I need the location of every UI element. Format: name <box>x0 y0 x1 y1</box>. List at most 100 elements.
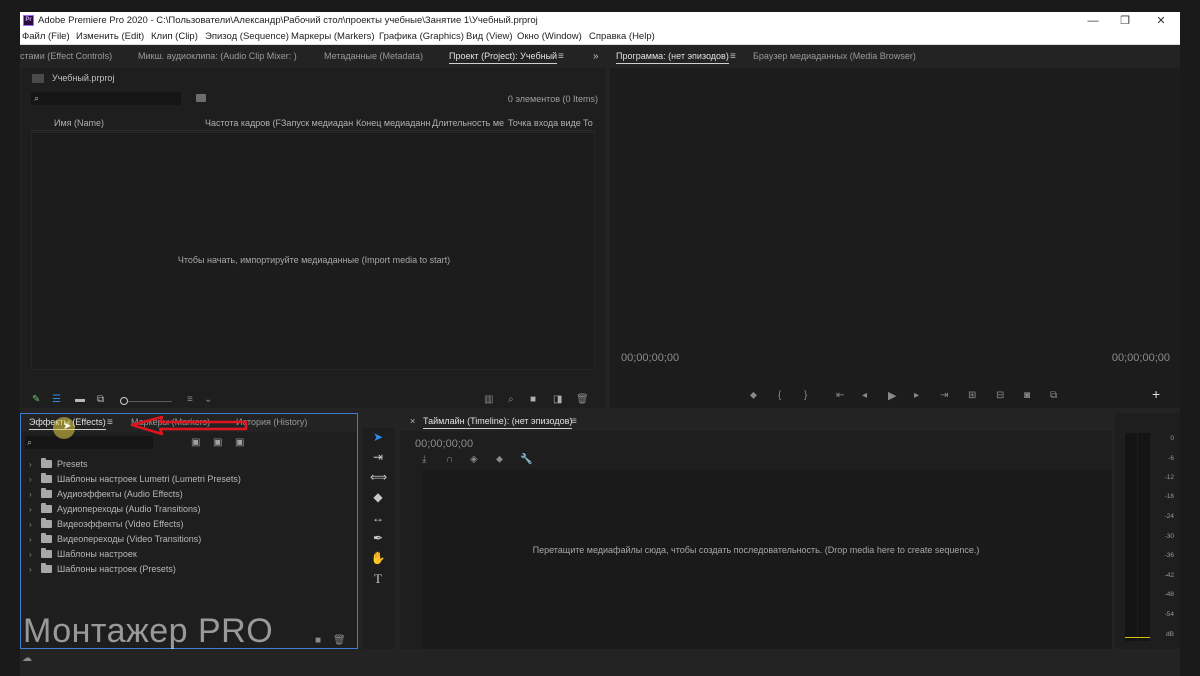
new-bin-icon[interactable] <box>196 94 206 102</box>
project-panel-menu-icon[interactable]: ≡ <box>558 51 564 62</box>
menu-edit[interactable]: Изменить (Edit) <box>76 31 144 42</box>
project-search-input[interactable] <box>45 93 175 104</box>
project-folder-icon <box>32 74 44 83</box>
column-frame-rate[interactable]: Частота кадров (F <box>205 118 281 128</box>
trash-icon[interactable]: 🗑 <box>576 395 589 405</box>
hand-tool-icon[interactable]: ✋ <box>370 550 386 566</box>
tab-program-monitor[interactable]: Программа: (нет эпизодов) <box>616 51 729 64</box>
close-window-button[interactable]: ✕ <box>1146 13 1176 29</box>
add-marker-icon[interactable]: ⬥ <box>496 455 503 465</box>
automate-to-sequence-icon[interactable]: ▥ <box>484 395 493 405</box>
vu-scale-label: -48 <box>1164 591 1174 598</box>
mark-out-icon[interactable]: } <box>804 391 807 401</box>
zoom-slider-track[interactable] <box>128 401 172 402</box>
new-item-icon[interactable]: ◨ <box>553 395 562 405</box>
title-bar: Pr Adobe Premiere Pro 2020 - C:\Пользова… <box>20 12 1180 30</box>
folder-label: Видеопереходы (Video Transitions) <box>57 534 202 544</box>
chevron-right-icon: › <box>29 550 32 559</box>
project-search-field[interactable]: ⌕ <box>31 92 181 105</box>
effects-panel-menu-icon[interactable]: ≡ <box>107 417 113 428</box>
menu-markers[interactable]: Маркеры (Markers) <box>291 31 375 42</box>
creative-cloud-sync-icon[interactable]: ☁ <box>22 654 32 664</box>
tab-media-browser[interactable]: Браузер медиаданных (Media Browser) <box>753 51 916 61</box>
restore-button[interactable]: ❐ <box>1110 13 1140 29</box>
tab-metadata[interactable]: Метаданные (Metadata) <box>324 51 423 61</box>
program-timecode-current[interactable]: 00;00;00;00 <box>621 352 679 364</box>
pen-tool-icon[interactable]: ✒ <box>370 530 386 546</box>
timeline-drop-area[interactable] <box>422 469 1112 649</box>
column-media-end[interactable]: Конец медиаданн <box>356 118 430 128</box>
list-view-icon[interactable]: ☰ <box>52 395 61 405</box>
step-forward-icon[interactable]: ▸ <box>914 391 919 401</box>
button-editor-icon[interactable]: + <box>1152 387 1160 401</box>
yuv-effects-icon[interactable]: ▣ <box>235 438 244 448</box>
tab-project[interactable]: Проект (Project): Учебный <box>449 51 558 64</box>
menu-graphics[interactable]: Графика (Graphics) <box>379 31 464 42</box>
track-select-tool-icon[interactable]: ⇥ <box>370 449 386 465</box>
tab-timeline[interactable]: Таймлайн (Timeline): (нет эпизодов) <box>423 416 573 429</box>
zoom-slider-handle[interactable] <box>120 397 128 405</box>
tab-effect-controls[interactable]: стами (Effect Controls) <box>20 51 112 61</box>
slip-tool-icon[interactable]: ↔ <box>370 510 386 526</box>
column-media-start[interactable]: Запуск медиадан <box>281 118 353 128</box>
menu-file[interactable]: Файл (File) <box>22 31 70 42</box>
insert-nest-icon[interactable]: ⤓ <box>422 455 426 465</box>
play-icon[interactable]: ▶ <box>888 391 896 402</box>
folder-icon <box>41 563 52 573</box>
menu-bar: Файл (File) Изменить (Edit) Клип (Clip) … <box>20 30 1180 45</box>
extract-icon[interactable]: ⊟ <box>996 391 1004 401</box>
column-media-duration[interactable]: Длительность ме <box>432 118 504 128</box>
accelerated-effects-icon[interactable]: ▣ <box>191 438 200 448</box>
step-back-icon[interactable]: ◂ <box>862 391 867 401</box>
go-to-in-icon[interactable]: ⇤ <box>836 391 844 401</box>
wrench-icon[interactable]: 🔧 <box>520 455 532 465</box>
new-custom-bin-icon[interactable]: ■ <box>315 636 321 646</box>
menu-view[interactable]: Вид (View) <box>466 31 513 42</box>
comparison-view-icon[interactable]: ⧉ <box>1050 391 1057 401</box>
go-to-out-icon[interactable]: ⇥ <box>940 391 948 401</box>
export-frame-icon[interactable]: ◙ <box>1024 391 1030 401</box>
chevron-down-icon[interactable]: ⌄ <box>204 395 212 405</box>
column-video-in-point[interactable]: Точка входа виде <box>508 118 581 128</box>
annotation-arrow <box>130 415 248 436</box>
add-marker-icon[interactable]: ⬥ <box>750 391 757 401</box>
tab-audio-clip-mixer[interactable]: Микш. аудиоклипа: (Audio Clip Mixer: ) <box>138 51 297 61</box>
lift-icon[interactable]: ⊞ <box>968 391 976 401</box>
panel-overflow-icon[interactable]: » <box>593 51 599 62</box>
vu-scale-label: -42 <box>1164 572 1174 579</box>
project-list-area[interactable] <box>31 132 595 370</box>
linked-selection-icon[interactable]: ◈ <box>470 455 478 465</box>
32-bit-effects-icon[interactable]: ▣ <box>213 438 222 448</box>
column-truncated[interactable]: То <box>583 118 593 128</box>
find-icon[interactable]: ⌕ <box>508 395 514 405</box>
vu-meter-left <box>1125 433 1137 641</box>
icon-view-icon[interactable]: ▬ <box>75 395 85 405</box>
timeline-tab-bar: × Таймлайн (Timeline): (нет эпизодов) ≡ <box>400 413 1112 431</box>
freeform-view-icon[interactable]: ⧉ <box>97 395 104 405</box>
menu-window[interactable]: Окно (Window) <box>517 31 582 42</box>
timeline-panel-menu-icon[interactable]: ≡ <box>571 416 577 427</box>
program-panel-menu-icon[interactable]: ≡ <box>730 51 736 62</box>
new-bin-button-icon[interactable]: ■ <box>530 395 536 405</box>
close-timeline-icon[interactable]: × <box>410 416 415 426</box>
sort-icons-icon[interactable]: ≡ <box>187 395 193 405</box>
type-tool-icon[interactable]: T <box>370 571 386 587</box>
snap-magnet-icon[interactable]: ∩ <box>446 455 453 465</box>
menu-clip[interactable]: Клип (Clip) <box>151 31 198 42</box>
selection-tool-icon[interactable]: ➤ <box>370 429 386 445</box>
delete-icon[interactable]: 🗑 <box>333 636 346 646</box>
chevron-right-icon: › <box>29 565 32 574</box>
minimize-button[interactable]: — <box>1078 13 1108 29</box>
program-monitor-panel: 00;00;00;00 00;00;00;00 ⬥ { } ⇤ ◂ ▶ ▸ ⇥ … <box>610 68 1180 408</box>
ripple-edit-tool-icon[interactable]: ⟺ <box>370 469 387 485</box>
pencil-icon[interactable]: ✎ <box>32 395 40 405</box>
column-name[interactable]: Имя (Name) <box>54 118 104 128</box>
folder-label: Видеоэффекты (Video Effects) <box>57 519 184 529</box>
timeline-timecode[interactable]: 00;00;00;00 <box>415 438 473 450</box>
folder-label: Шаблоны настроек <box>57 549 137 559</box>
mark-in-icon[interactable]: { <box>778 391 781 401</box>
menu-help[interactable]: Справка (Help) <box>589 31 655 42</box>
menu-sequence[interactable]: Эпизод (Sequence) <box>205 31 289 42</box>
drop-media-message: Перетащите медиафайлы сюда, чтобы создат… <box>532 545 980 555</box>
razor-tool-icon[interactable]: ◆ <box>370 489 386 505</box>
